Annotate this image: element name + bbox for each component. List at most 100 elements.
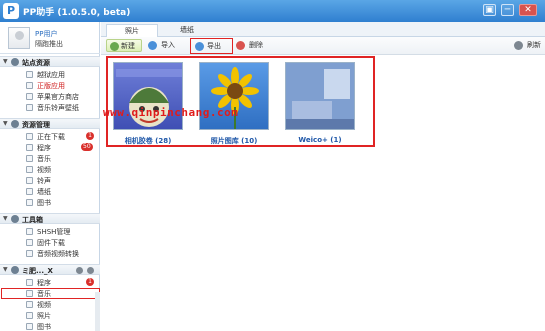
sidebar-item-label: 墙纸 [37, 188, 51, 196]
album-grid: 相机胶卷 (28) 照片图库 (10) Weico+ (1) [101, 55, 545, 331]
new-button[interactable]: 新建 [106, 39, 142, 52]
count-badge: 50 [81, 143, 93, 151]
app-icon [26, 279, 33, 286]
sidebar-item-shsh[interactable]: SHSH管理 [0, 226, 100, 237]
bell-icon [26, 177, 33, 184]
sync-icon[interactable] [76, 267, 83, 274]
sidebar-item-label: 音频视频转换 [37, 250, 79, 258]
sidebar-item-label: SHSH管理 [37, 228, 71, 236]
album-caption: 相机胶卷 (28) [124, 137, 172, 145]
import-button[interactable]: 导入 [148, 39, 184, 52]
refresh-button-label: 刷新 [527, 41, 541, 49]
tab-wallpapers[interactable]: 墙纸 [161, 24, 213, 37]
video-icon [26, 301, 33, 308]
music-icon [26, 155, 33, 162]
cartoon-thumbnail-art [116, 69, 182, 127]
menu-icon[interactable]: ▣ [483, 4, 496, 16]
user-name[interactable]: PP用户 [35, 29, 57, 39]
settings-icon [26, 228, 33, 235]
sidebar-item-app-store[interactable]: 苹果官方商店 [0, 91, 100, 102]
sidebar-item-label: 正版应用 [37, 82, 65, 90]
window-title: PP助手 (1.0.5.0, beta) [23, 8, 131, 18]
title-bar: P PP助手 (1.0.5.0, beta) ▣ ─ ✕ [0, 0, 545, 22]
delete-button[interactable]: 删除 [236, 39, 270, 52]
import-icon [148, 41, 157, 50]
room-thumbnail-art [286, 63, 354, 129]
sidebar-item-programs[interactable]: 程序 50 [0, 142, 100, 153]
collapse-arrow-icon[interactable]: ▼ [3, 120, 8, 127]
section-resource-management[interactable]: ▼ 资源管理 [0, 118, 100, 129]
sidebar-scrollbar[interactable] [95, 292, 100, 331]
image-icon [26, 312, 33, 319]
refresh-button[interactable]: 刷新 [514, 39, 544, 52]
section-label: ミ肥..._X [22, 267, 53, 275]
sidebar-item-books[interactable]: 图书 [0, 197, 100, 208]
collapse-arrow-icon[interactable]: ▼ [3, 215, 8, 222]
collapse-arrow-icon[interactable]: ▼ [3, 58, 8, 65]
minimize-button[interactable]: ─ [501, 4, 514, 16]
album-caption: 照片图库 (10) [210, 137, 258, 145]
toolbar: 新建 导入 导出 删除 刷新 [101, 37, 545, 55]
sidebar-item-label: 越狱应用 [37, 71, 65, 79]
sidebar-item-device-programs[interactable]: 程序 1 [0, 277, 100, 288]
count-badge: 1 [86, 132, 94, 140]
section-label: 站点资源 [22, 59, 50, 67]
sidebar-item-label: 程序 [37, 144, 51, 152]
photos-highlight-box [1, 288, 100, 299]
sidebar-item-ringtones-wallpapers[interactable]: 音乐铃声壁纸 [0, 102, 100, 113]
album-thumbnail[interactable] [199, 62, 269, 130]
sidebar-item-label: 铃声 [37, 177, 51, 185]
sidebar-item-video[interactable]: 视频 [0, 164, 100, 175]
sidebar-item-firmware[interactable]: 固件下载 [0, 237, 100, 248]
sidebar-item-label: 程序 [37, 279, 51, 287]
music-icon [26, 104, 33, 111]
section-site-resources[interactable]: ▼ 站点资源 [0, 56, 100, 67]
section-label: 工具箱 [22, 216, 43, 224]
logout-link[interactable]: 隔跑推出 [35, 39, 63, 49]
sidebar-item-device-photos[interactable]: 照片 [0, 310, 100, 321]
delete-icon [236, 41, 245, 50]
plus-icon [110, 42, 119, 51]
sidebar-item-label: 正在下载 [37, 133, 65, 141]
section-label: 资源管理 [22, 121, 50, 129]
close-button[interactable]: ✕ [519, 4, 537, 16]
app-logo-icon: P [3, 3, 19, 19]
export-button[interactable]: 导出 [190, 38, 233, 54]
tab-bar: 照片 墙纸 [101, 22, 545, 37]
avatar[interactable] [8, 27, 30, 49]
album-thumbnail[interactable] [113, 62, 183, 130]
new-button-label: 新建 [121, 42, 135, 50]
sidebar-item-jailbreak-apps[interactable]: 越狱应用 [0, 69, 100, 80]
eject-icon[interactable] [87, 267, 94, 274]
album-thumbnail[interactable] [285, 62, 355, 130]
export-icon [195, 42, 204, 51]
sunflower-thumbnail-art [211, 67, 259, 129]
sidebar-item-converter[interactable]: 音频视频转换 [0, 248, 100, 259]
sidebar-item-label: 图书 [37, 199, 51, 207]
sidebar-item-label: 固件下载 [37, 239, 65, 247]
convert-icon [26, 250, 33, 257]
collapse-arrow-icon[interactable]: ▼ [3, 266, 8, 273]
sidebar-item-wallpapers[interactable]: 墙纸 [0, 186, 100, 197]
sidebar-item-ringtones[interactable]: 铃声 [0, 175, 100, 186]
section-toolbox[interactable]: ▼ 工具箱 [0, 213, 100, 224]
sidebar-item-label: 苹果官方商店 [37, 93, 79, 101]
refresh-icon [514, 41, 523, 50]
globe-icon [11, 58, 19, 66]
tab-photos[interactable]: 照片 [106, 24, 158, 37]
section-device[interactable]: ▼ ミ肥..._X [0, 264, 100, 275]
sidebar-item-device-books[interactable]: 图书 [0, 321, 100, 331]
delete-button-label: 删除 [249, 41, 263, 49]
sidebar-item-label: 音乐 [37, 155, 51, 163]
sidebar-item-official-apps[interactable]: 正版应用 [0, 80, 100, 91]
download-icon [26, 133, 33, 140]
sidebar-item-music[interactable]: 音乐 [0, 153, 100, 164]
sidebar-item-device-video[interactable]: 视频 [0, 299, 100, 310]
sidebar-item-label: 视频 [37, 166, 51, 174]
album-caption: Weico+ (1) [298, 136, 342, 144]
app-icon [26, 71, 33, 78]
sidebar-item-label: 图书 [37, 323, 51, 331]
video-icon [26, 166, 33, 173]
export-button-label: 导出 [207, 42, 221, 50]
sidebar-item-downloading[interactable]: 正在下载 1 [0, 131, 100, 142]
